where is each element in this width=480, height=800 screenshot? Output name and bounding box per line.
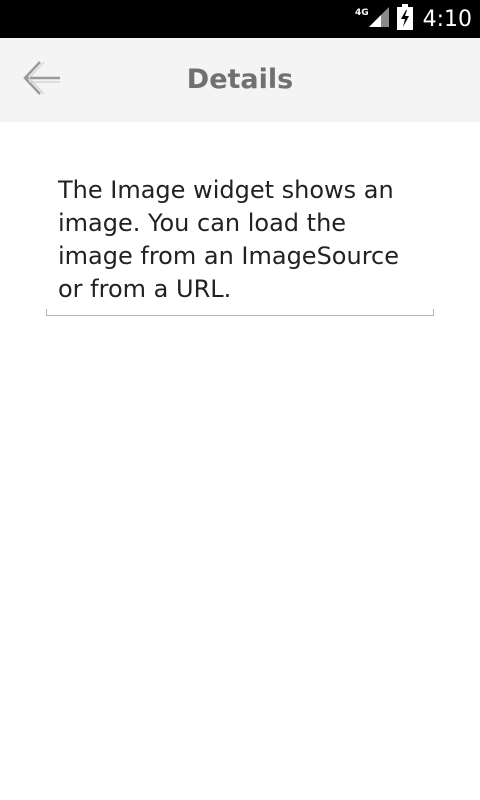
page-title: Details [186, 64, 294, 95]
toolbar: Details [0, 38, 480, 122]
status-clock: 4:10 [422, 6, 472, 32]
back-button[interactable] [16, 56, 68, 104]
network-type-label: 4G [354, 8, 369, 18]
content-area: The Image widget shows an image. You can… [0, 122, 480, 800]
battery-charging-icon [396, 4, 413, 34]
details-description: The Image widget shows an image. You can… [58, 176, 400, 303]
status-icons: 4G 4:10 [355, 0, 472, 38]
field-underline [46, 309, 434, 316]
signal-icon [367, 5, 391, 33]
details-text-field[interactable]: The Image widget shows an image. You can… [46, 174, 434, 316]
arrow-left-icon [22, 59, 62, 101]
status-bar: 4G 4:10 [0, 0, 480, 38]
